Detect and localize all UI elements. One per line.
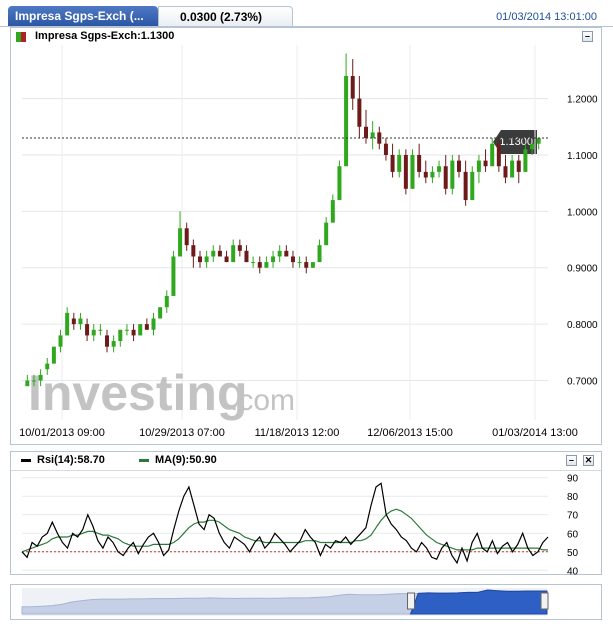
- minimize-icon[interactable]: –: [566, 455, 577, 466]
- tab-bar: Impresa Sgps-Exch (... 0.0300 (2.73%) 01…: [0, 0, 613, 27]
- price-chart-header: Impresa Sgps-Exch:1.1300 –: [11, 28, 601, 44]
- rsi-label: Rsi(14):58.70: [37, 454, 105, 466]
- rsi-panel: Rsi(14):58.70 MA(9):50.90 – ✕: [10, 451, 602, 575]
- last-price-tag-label: 1.1300: [499, 136, 533, 148]
- last-update-datetime: 01/03/2014 13:01:00: [496, 11, 597, 23]
- price-legend: Impresa Sgps-Exch:1.1300: [35, 30, 175, 42]
- ma-label: MA(9):50.90: [155, 454, 217, 466]
- instrument-tab[interactable]: Impresa Sgps-Exch (...: [8, 6, 158, 27]
- candle-legend-icon: [16, 31, 26, 42]
- close-icon[interactable]: ✕: [583, 455, 594, 466]
- minimize-icon[interactable]: –: [582, 31, 593, 42]
- price-chart-panel: Impresa Sgps-Exch:1.1300 – 1.1300: [10, 27, 602, 445]
- price-change: 0.0300 (2.73%): [180, 10, 263, 24]
- last-price-tag: 1.1300: [493, 130, 537, 154]
- ma-legend-swatch: [139, 459, 149, 462]
- rsi-legend-swatch: [21, 459, 31, 462]
- rsi-header: Rsi(14):58.70 MA(9):50.90 – ✕: [11, 452, 601, 468]
- rsi-header-divider: [11, 470, 601, 471]
- navigator-panel[interactable]: [10, 584, 602, 620]
